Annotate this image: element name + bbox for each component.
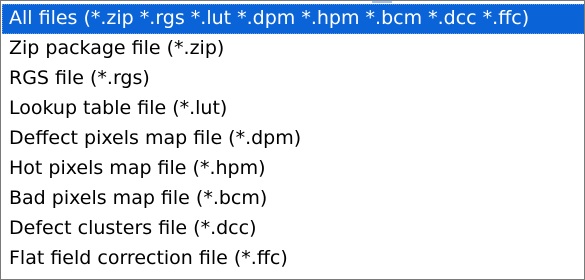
list-top-divider — [372, 1, 392, 3]
option-defect-clusters[interactable]: Defect clusters file (*.dcc) — [2, 214, 584, 244]
file-type-dropdown-list[interactable]: All files (*.zip *.rgs *.lut *.dpm *.hpm… — [0, 0, 585, 280]
option-hot-pixels-map[interactable]: Hot pixels map file (*.hpm) — [2, 154, 584, 184]
option-defect-pixels-map[interactable]: Deffect pixels map file (*.dpm) — [2, 124, 584, 154]
option-lookup-table[interactable]: Lookup table file (*.lut) — [2, 94, 584, 124]
option-all-files[interactable]: All files (*.zip *.rgs *.lut *.dpm *.hpm… — [2, 4, 584, 34]
option-bad-pixels-map[interactable]: Bad pixels map file (*.bcm) — [2, 184, 584, 214]
option-flat-field-correction[interactable]: Flat field correction file (*.ffc) — [2, 244, 584, 274]
option-rgs-file[interactable]: RGS file (*.rgs) — [2, 64, 584, 94]
option-zip-package[interactable]: Zip package file (*.zip) — [2, 34, 584, 64]
